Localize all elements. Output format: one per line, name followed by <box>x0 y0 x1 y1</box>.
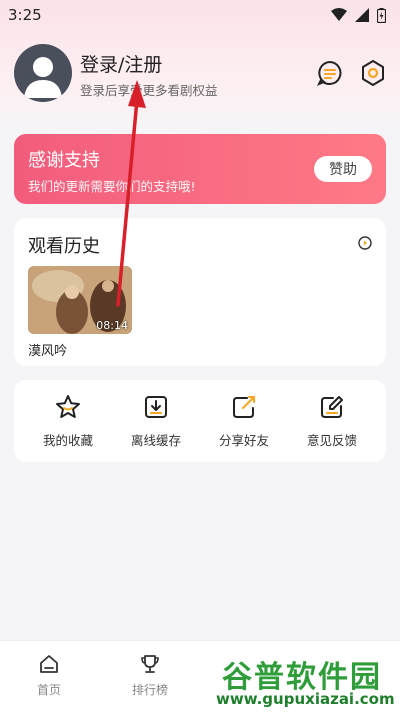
favorites-button[interactable]: 我的收藏 <box>24 394 112 450</box>
download-icon <box>145 396 167 418</box>
feedback-icon <box>321 396 343 418</box>
profile-section[interactable]: 登录/注册 登录后享受更多看剧权益 <box>14 44 386 104</box>
message-icon <box>316 60 342 86</box>
nav-ranking[interactable]: 排行榜 <box>115 653 185 705</box>
offline-cache-label: 离线缓存 <box>130 433 181 448</box>
login-register-link[interactable]: 登录/注册 <box>80 50 162 77</box>
chevron-right-icon <box>358 236 372 250</box>
watermark: 谷普软件园 www.gupuxiazai.com <box>216 652 396 708</box>
favorites-label: 我的收藏 <box>42 433 93 448</box>
quick-actions-card: 我的收藏 离线缓存 分享好友 意见反馈 <box>14 380 386 462</box>
home-icon <box>40 655 58 673</box>
feedback-label: 意见反馈 <box>306 433 357 448</box>
login-subtitle: 登录后享受更多看剧权益 <box>80 83 218 98</box>
history-thumbnail[interactable]: 08:14 <box>28 266 132 334</box>
star-icon <box>56 395 80 418</box>
share-friends-button[interactable]: 分享好友 <box>200 394 288 450</box>
status-icons <box>331 7 386 23</box>
share-friends-label: 分享好友 <box>218 433 269 448</box>
history-progress-time: 08:14 <box>96 319 128 332</box>
watermark-url: www.gupuxiazai.com <box>216 690 395 708</box>
nav-ranking-label: 排行榜 <box>131 683 168 697</box>
message-button[interactable] <box>316 59 344 87</box>
signal-icon <box>355 8 369 22</box>
share-icon <box>233 396 255 418</box>
nav-home[interactable]: 首页 <box>14 653 84 705</box>
settings-button[interactable] <box>360 59 386 87</box>
avatar[interactable] <box>14 44 72 102</box>
donate-title: 感谢支持 <box>28 150 100 171</box>
watch-history-title: 观看历史 <box>28 236 100 257</box>
gear-icon <box>362 60 384 86</box>
watch-history-card: 观看历史 08:14 漠风吟 <box>14 218 386 366</box>
donate-subtitle: 我们的更新需要你们的支持哦! <box>28 179 196 194</box>
nav-home-label: 首页 <box>36 683 61 697</box>
user-icon <box>24 57 62 98</box>
history-item-title[interactable]: 漠风吟 <box>28 340 67 359</box>
wifi-icon <box>331 8 347 21</box>
donate-button[interactable]: 赞助 <box>314 156 372 182</box>
status-time: 3:25 <box>8 6 42 24</box>
donate-card: 感谢支持 我们的更新需要你们的支持哦! 赞助 <box>14 134 386 204</box>
trophy-icon <box>141 655 159 673</box>
offline-cache-button[interactable]: 离线缓存 <box>112 394 200 450</box>
battery-icon <box>377 7 386 23</box>
history-more-button[interactable] <box>358 235 372 250</box>
status-bar: 3:25 <box>0 0 400 30</box>
feedback-button[interactable]: 意见反馈 <box>288 394 376 450</box>
